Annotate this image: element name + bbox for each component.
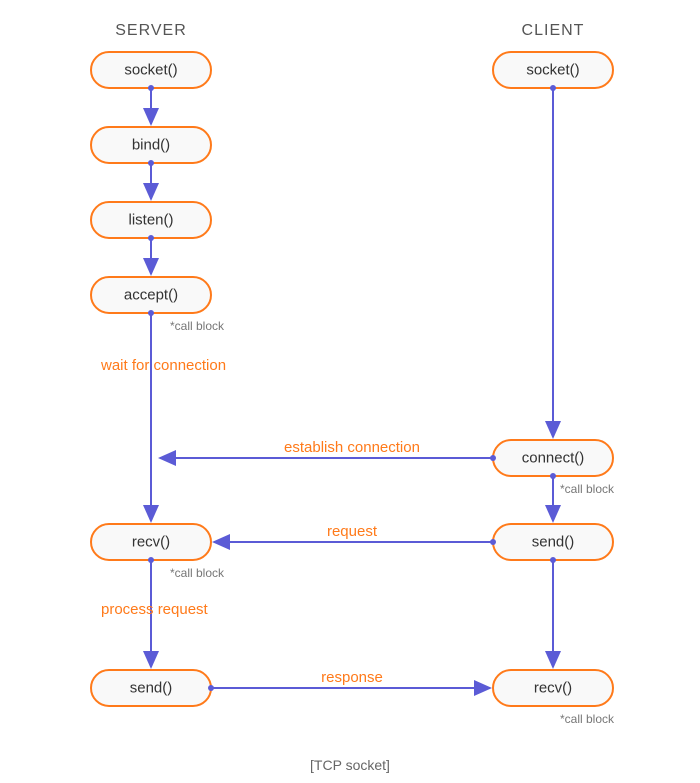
establish-connection-label: establish connection — [284, 439, 420, 456]
connect-call-block-note: *call block — [560, 482, 615, 496]
server-socket-node: socket() — [91, 52, 211, 88]
process-request-label: process request — [101, 601, 209, 618]
client-connect-label: connect() — [522, 450, 585, 467]
arrow-bind-listen — [148, 160, 154, 199]
arrow-accept-recv — [148, 310, 154, 521]
arrow-client-socket-connect — [550, 85, 556, 437]
client-recv-node: recv() — [493, 670, 613, 706]
client-send-label: send() — [532, 534, 575, 551]
server-accept-node: accept() — [91, 277, 211, 313]
arrow-socket-bind — [148, 85, 154, 124]
client-send-node: send() — [493, 524, 613, 560]
server-bind-label: bind() — [132, 137, 170, 154]
server-socket-label: socket() — [124, 62, 177, 79]
server-recv-label: recv() — [132, 534, 170, 551]
arrow-client-send-recv — [550, 557, 556, 667]
accept-call-block-note: *call block — [170, 319, 225, 333]
server-listen-label: listen() — [128, 212, 173, 229]
client-socket-label: socket() — [526, 62, 579, 79]
response-label: response — [321, 669, 383, 686]
client-recv-label: recv() — [534, 680, 572, 697]
server-accept-label: accept() — [124, 287, 178, 304]
server-recv-call-block-note: *call block — [170, 566, 225, 580]
client-header: CLIENT — [522, 22, 585, 39]
server-bind-node: bind() — [91, 127, 211, 163]
arrow-client-connect-send — [550, 473, 556, 521]
server-send-label: send() — [130, 680, 173, 697]
server-header: SERVER — [115, 22, 187, 39]
server-listen-node: listen() — [91, 202, 211, 238]
client-connect-node: connect() — [493, 440, 613, 476]
wait-for-connection-label: wait for connection — [100, 357, 226, 374]
server-send-node: send() — [91, 670, 211, 706]
server-recv-node: recv() — [91, 524, 211, 560]
tcp-socket-diagram: SERVER CLIENT socket() bind() listen() a… — [0, 0, 700, 783]
client-socket-node: socket() — [493, 52, 613, 88]
request-label: request — [327, 523, 378, 540]
diagram-caption: [TCP socket] — [310, 757, 390, 773]
arrow-listen-accept — [148, 235, 154, 274]
client-recv-call-block-note: *call block — [560, 712, 615, 726]
